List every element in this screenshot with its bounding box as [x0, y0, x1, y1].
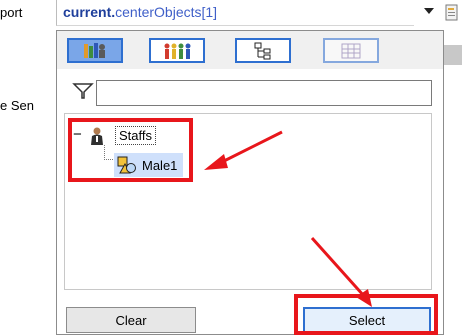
people-objects-icon — [84, 42, 105, 58]
expression-field[interactable]: current.centerObjects[1] — [56, 0, 414, 26]
document-icon[interactable] — [445, 4, 459, 22]
grid-table-icon — [341, 43, 361, 58]
highlight-box-tree — [68, 118, 193, 182]
background-strip — [444, 45, 462, 65]
clear-button[interactable]: Clear — [66, 307, 196, 333]
view-table-button[interactable] — [323, 38, 379, 63]
view-toolbar — [57, 31, 443, 69]
view-hierarchy-button[interactable] — [235, 38, 291, 63]
view-people-button[interactable] — [149, 38, 205, 63]
filter-input[interactable] — [96, 80, 432, 106]
funnel-icon — [72, 83, 94, 99]
highlight-box-select — [294, 294, 438, 335]
left-panel-label-sen: e Sen — [0, 98, 34, 113]
colored-people-icon — [164, 43, 191, 59]
expression-value: centerObjects[1] — [115, 4, 218, 20]
chevron-down-icon[interactable] — [424, 8, 434, 14]
view-objects-button[interactable] — [67, 38, 123, 63]
expression-keyword: current. — [63, 4, 116, 20]
left-panel-label-port: port — [0, 5, 23, 20]
hierarchy-tree-icon — [254, 42, 271, 59]
